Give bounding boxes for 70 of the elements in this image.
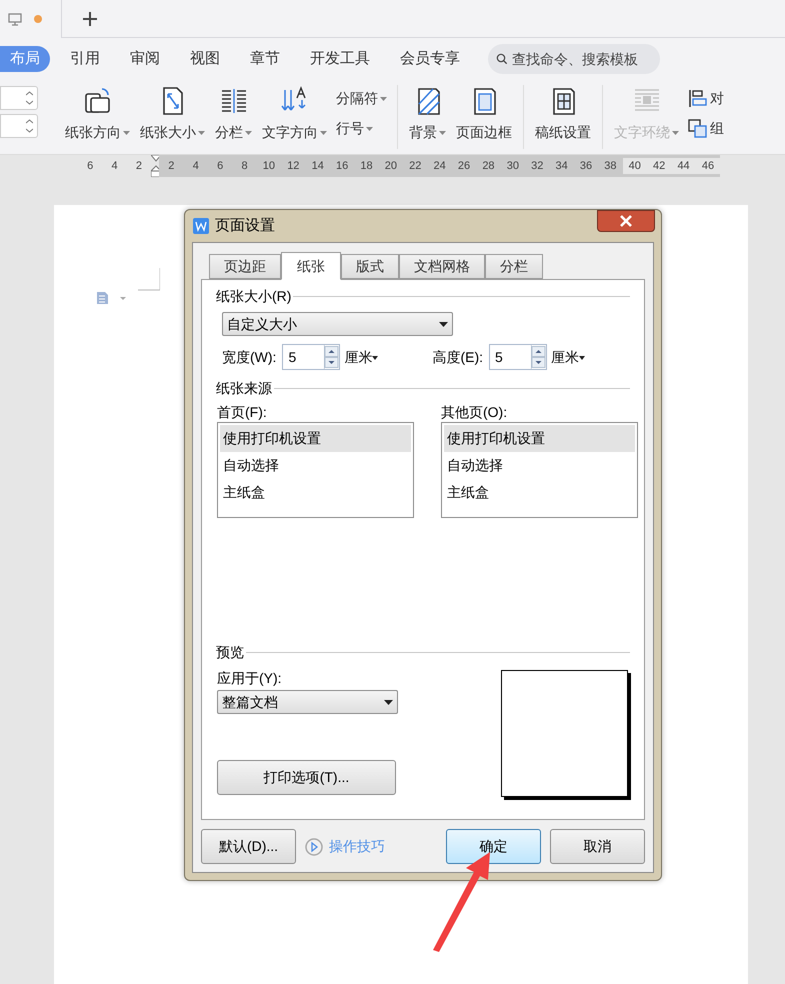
ribbon-command[interactable]: 纸张大小 xyxy=(135,80,210,150)
field-label: 首页(F): xyxy=(217,403,268,422)
caret-icon xyxy=(372,356,378,360)
list-item[interactable]: 自动选择 xyxy=(220,452,411,479)
spin-arrows-icon xyxy=(26,91,33,105)
dialog-tab[interactable]: 纸张 xyxy=(281,252,341,280)
ribbon-command[interactable]: 纸张方向 xyxy=(60,80,135,150)
section-heading: 纸张大小(R) xyxy=(216,286,292,306)
search-field[interactable]: 查找命令、搜索模板 xyxy=(488,44,660,74)
app-logo-icon xyxy=(193,218,209,234)
ribbon-command[interactable]: 行号 xyxy=(336,116,387,140)
ribbon-tab[interactable]: 视图 xyxy=(178,46,232,72)
close-icon xyxy=(619,215,633,227)
field-label: 其他页(O): xyxy=(441,403,508,422)
list-item[interactable]: 使用打印机设置 xyxy=(220,425,411,452)
field-label: 应用于(Y): xyxy=(217,669,283,688)
ribbon-command[interactable]: 分隔符 xyxy=(336,86,387,110)
spin-arrows-icon[interactable] xyxy=(531,344,547,370)
ribbon-command[interactable]: 对 xyxy=(688,86,724,110)
add-tab-icon[interactable] xyxy=(82,11,98,27)
monitor-icon xyxy=(8,12,22,26)
ribbon-tab[interactable]: 会员专享 xyxy=(388,46,472,72)
caret-icon xyxy=(384,700,393,704)
cancel-button[interactable]: 取消 xyxy=(550,829,645,864)
list-item[interactable]: 主纸盒 xyxy=(444,479,635,506)
field-label: 宽度(W): xyxy=(222,348,276,367)
spin-arrows-icon[interactable] xyxy=(324,344,340,370)
ribbon-command[interactable]: 分栏 xyxy=(210,80,257,150)
orientation-icon xyxy=(82,86,112,116)
dropdown[interactable]: 自定义大小 xyxy=(222,312,453,336)
ribbon-command[interactable]: 组 xyxy=(688,116,724,140)
list-box[interactable]: 使用打印机设置 自动选择 主纸盒 xyxy=(441,422,638,518)
list-item[interactable]: 自动选择 xyxy=(444,452,635,479)
spin-field[interactable] xyxy=(0,114,38,138)
ribbon-command[interactable]: 稿纸设置 xyxy=(530,80,596,150)
ribbon-tab[interactable]: 引用 xyxy=(58,46,112,72)
document-tab[interactable] xyxy=(0,0,62,38)
field-label: 高度(E): xyxy=(432,348,483,367)
dialog-tab[interactable]: 分栏 xyxy=(485,254,543,279)
caret-icon xyxy=(439,322,448,326)
ribbon-tab[interactable]: 开发工具 xyxy=(298,46,382,72)
default-button[interactable]: 默认(D)... xyxy=(201,829,296,864)
ribbon-command: 文字环绕 xyxy=(609,80,684,150)
close-button[interactable] xyxy=(597,210,655,232)
dialog-tab[interactable]: 文档网格 xyxy=(399,254,485,279)
list-box[interactable]: 使用打印机设置 自动选择 主纸盒 xyxy=(217,422,414,518)
section-heading: 纸张来源 xyxy=(216,378,272,398)
margin-corner-mark xyxy=(138,268,160,291)
ribbon-tab[interactable]: 章节 xyxy=(238,46,292,72)
unit-dropdown[interactable]: 厘米 xyxy=(344,346,378,368)
caret-icon xyxy=(579,356,585,360)
ribbon-command[interactable]: 文字方向 xyxy=(257,80,332,150)
list-item[interactable]: 主纸盒 xyxy=(220,479,411,506)
ribbon-tab[interactable]: 审阅 xyxy=(118,46,172,72)
play-icon xyxy=(305,838,323,856)
print-options-button[interactable]: 打印选项(T)... xyxy=(217,760,396,795)
dialog-tab[interactable]: 版式 xyxy=(341,254,399,279)
ribbon-command[interactable]: 页面边框 xyxy=(451,80,517,150)
dialog-tab[interactable]: 页边距 xyxy=(209,254,281,279)
dropdown[interactable]: 整篇文档 xyxy=(217,690,398,714)
align-icon xyxy=(688,88,707,108)
spin-arrows-icon xyxy=(26,119,33,133)
ok-button[interactable]: 确定 xyxy=(446,829,541,864)
section-heading: 预览 xyxy=(216,642,244,662)
list-item[interactable]: 使用打印机设置 xyxy=(444,425,635,452)
window-title: 页面设置 xyxy=(215,216,275,236)
ribbon-command[interactable]: 背景 xyxy=(404,80,451,150)
spin-field[interactable] xyxy=(0,86,38,110)
unit-dropdown[interactable]: 厘米 xyxy=(551,346,585,368)
group-icon xyxy=(688,118,707,138)
